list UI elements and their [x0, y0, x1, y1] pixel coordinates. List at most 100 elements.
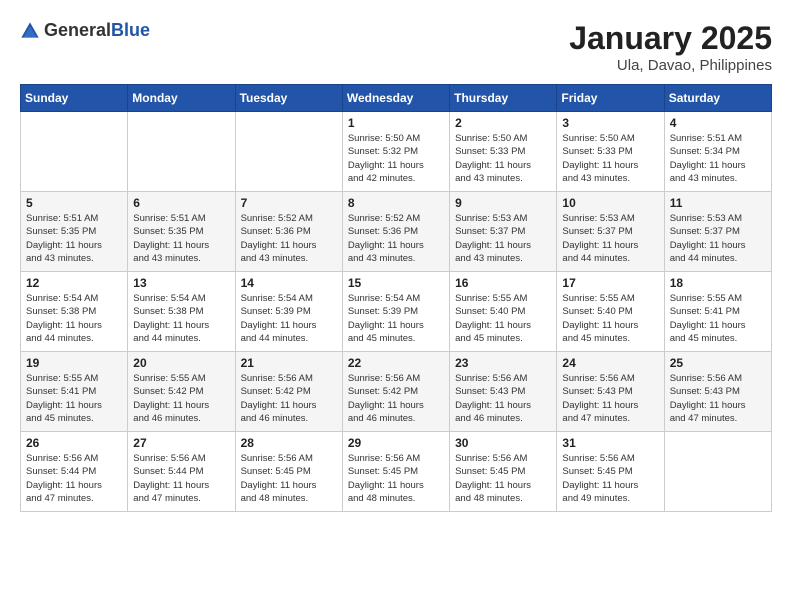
day-number: 17	[562, 276, 658, 290]
day-number: 11	[670, 196, 766, 210]
day-number: 29	[348, 436, 444, 450]
cell-content: Sunrise: 5:53 AM Sunset: 5:37 PM Dayligh…	[670, 212, 766, 265]
cell-content: Sunrise: 5:53 AM Sunset: 5:37 PM Dayligh…	[562, 212, 658, 265]
calendar-header-row: SundayMondayTuesdayWednesdayThursdayFrid…	[21, 85, 772, 112]
logo: GeneralBlue	[20, 20, 150, 41]
day-header-monday: Monday	[128, 85, 235, 112]
cell-content: Sunrise: 5:56 AM Sunset: 5:43 PM Dayligh…	[455, 372, 551, 425]
calendar-cell: 16 Sunrise: 5:55 AM Sunset: 5:40 PM Dayli…	[450, 272, 557, 352]
calendar-cell: 22 Sunrise: 5:56 AM Sunset: 5:42 PM Dayli…	[342, 352, 449, 432]
logo-icon	[20, 21, 40, 41]
day-number: 21	[241, 356, 337, 370]
cell-content: Sunrise: 5:56 AM Sunset: 5:45 PM Dayligh…	[241, 452, 337, 505]
day-header-saturday: Saturday	[664, 85, 771, 112]
cell-content: Sunrise: 5:52 AM Sunset: 5:36 PM Dayligh…	[348, 212, 444, 265]
calendar-cell: 21Sunrise: 5:56 AM Sunset: 5:42 PM Dayli…	[235, 352, 342, 432]
day-number: 12	[26, 276, 122, 290]
calendar-week-row: 12 Sunrise: 5:54 AM Sunset: 5:38 PM Dayli…	[21, 272, 772, 352]
cell-content: Sunrise: 5:56 AM Sunset: 5:44 PM Dayligh…	[26, 452, 122, 505]
day-number: 14	[241, 276, 337, 290]
logo-blue-text: Blue	[111, 20, 150, 40]
day-number: 27	[133, 436, 229, 450]
calendar-cell: 26 Sunrise: 5:56 AM Sunset: 5:44 PM Dayli…	[21, 432, 128, 512]
day-number: 6	[133, 196, 229, 210]
day-number: 5	[26, 196, 122, 210]
calendar-cell: 2 Sunrise: 5:50 AM Sunset: 5:33 PM Daylig…	[450, 112, 557, 192]
day-number: 9	[455, 196, 551, 210]
calendar-week-row: 5Sunrise: 5:51 AM Sunset: 5:35 PM Daylig…	[21, 192, 772, 272]
calendar-cell: 18Sunrise: 5:55 AM Sunset: 5:41 PM Dayli…	[664, 272, 771, 352]
day-number: 24	[562, 356, 658, 370]
day-number: 30	[455, 436, 551, 450]
calendar-cell: 13 Sunrise: 5:54 AM Sunset: 5:38 PM Dayli…	[128, 272, 235, 352]
cell-content: Sunrise: 5:56 AM Sunset: 5:45 PM Dayligh…	[455, 452, 551, 505]
page-header: GeneralBlue January 2025 Ula, Davao, Phi…	[20, 20, 772, 74]
cell-content: Sunrise: 5:54 AM Sunset: 5:39 PM Dayligh…	[348, 292, 444, 345]
day-number: 20	[133, 356, 229, 370]
calendar-cell: 9 Sunrise: 5:53 AM Sunset: 5:37 PM Daylig…	[450, 192, 557, 272]
calendar-cell	[21, 112, 128, 192]
calendar-cell: 15 Sunrise: 5:54 AM Sunset: 5:39 PM Dayli…	[342, 272, 449, 352]
calendar-cell: 4 Sunrise: 5:51 AM Sunset: 5:34 PM Daylig…	[664, 112, 771, 192]
logo-general-text: General	[44, 20, 111, 40]
day-header-sunday: Sunday	[21, 85, 128, 112]
day-number: 25	[670, 356, 766, 370]
day-number: 3	[562, 116, 658, 130]
day-header-friday: Friday	[557, 85, 664, 112]
calendar-cell: 10 Sunrise: 5:53 AM Sunset: 5:37 PM Dayli…	[557, 192, 664, 272]
cell-content: Sunrise: 5:53 AM Sunset: 5:37 PM Dayligh…	[455, 212, 551, 265]
day-number: 16	[455, 276, 551, 290]
calendar-cell: 3 Sunrise: 5:50 AM Sunset: 5:33 PM Daylig…	[557, 112, 664, 192]
location-title: Ula, Davao, Philippines	[569, 57, 772, 74]
cell-content: Sunrise: 5:50 AM Sunset: 5:32 PM Dayligh…	[348, 132, 444, 185]
day-number: 26	[26, 436, 122, 450]
title-block: January 2025 Ula, Davao, Philippines	[569, 20, 772, 74]
cell-content: Sunrise: 5:55 AM Sunset: 5:41 PM Dayligh…	[26, 372, 122, 425]
calendar-cell: 28 Sunrise: 5:56 AM Sunset: 5:45 PM Dayli…	[235, 432, 342, 512]
calendar-cell: 12Sunrise: 5:54 AM Sunset: 5:38 PM Dayli…	[21, 272, 128, 352]
calendar-cell: 5Sunrise: 5:51 AM Sunset: 5:35 PM Daylig…	[21, 192, 128, 272]
calendar-cell: 8 Sunrise: 5:52 AM Sunset: 5:36 PM Daylig…	[342, 192, 449, 272]
calendar-cell: 27Sunrise: 5:56 AM Sunset: 5:44 PM Dayli…	[128, 432, 235, 512]
cell-content: Sunrise: 5:54 AM Sunset: 5:38 PM Dayligh…	[133, 292, 229, 345]
day-number: 28	[241, 436, 337, 450]
calendar-cell: 7Sunrise: 5:52 AM Sunset: 5:36 PM Daylig…	[235, 192, 342, 272]
day-number: 18	[670, 276, 766, 290]
day-number: 31	[562, 436, 658, 450]
calendar-cell	[664, 432, 771, 512]
day-number: 19	[26, 356, 122, 370]
cell-content: Sunrise: 5:50 AM Sunset: 5:33 PM Dayligh…	[562, 132, 658, 185]
calendar-cell: 20 Sunrise: 5:55 AM Sunset: 5:42 PM Dayli…	[128, 352, 235, 432]
day-header-tuesday: Tuesday	[235, 85, 342, 112]
day-number: 10	[562, 196, 658, 210]
calendar-cell: 6Sunrise: 5:51 AM Sunset: 5:35 PM Daylig…	[128, 192, 235, 272]
calendar-cell: 24 Sunrise: 5:56 AM Sunset: 5:43 PM Dayli…	[557, 352, 664, 432]
month-title: January 2025	[569, 20, 772, 57]
cell-content: Sunrise: 5:55 AM Sunset: 5:42 PM Dayligh…	[133, 372, 229, 425]
cell-content: Sunrise: 5:54 AM Sunset: 5:39 PM Dayligh…	[241, 292, 337, 345]
calendar-cell: 14 Sunrise: 5:54 AM Sunset: 5:39 PM Dayli…	[235, 272, 342, 352]
calendar-cell	[235, 112, 342, 192]
day-number: 23	[455, 356, 551, 370]
day-number: 13	[133, 276, 229, 290]
cell-content: Sunrise: 5:51 AM Sunset: 5:34 PM Dayligh…	[670, 132, 766, 185]
day-number: 22	[348, 356, 444, 370]
calendar-table: SundayMondayTuesdayWednesdayThursdayFrid…	[20, 84, 772, 512]
cell-content: Sunrise: 5:52 AM Sunset: 5:36 PM Dayligh…	[241, 212, 337, 265]
calendar-cell: 31Sunrise: 5:56 AM Sunset: 5:45 PM Dayli…	[557, 432, 664, 512]
day-number: 15	[348, 276, 444, 290]
calendar-cell: 25Sunrise: 5:56 AM Sunset: 5:43 PM Dayli…	[664, 352, 771, 432]
cell-content: Sunrise: 5:50 AM Sunset: 5:33 PM Dayligh…	[455, 132, 551, 185]
calendar-cell	[128, 112, 235, 192]
day-number: 4	[670, 116, 766, 130]
cell-content: Sunrise: 5:56 AM Sunset: 5:42 PM Dayligh…	[348, 372, 444, 425]
calendar-cell: 30 Sunrise: 5:56 AM Sunset: 5:45 PM Dayli…	[450, 432, 557, 512]
day-header-thursday: Thursday	[450, 85, 557, 112]
day-number: 1	[348, 116, 444, 130]
cell-content: Sunrise: 5:55 AM Sunset: 5:40 PM Dayligh…	[455, 292, 551, 345]
cell-content: Sunrise: 5:56 AM Sunset: 5:45 PM Dayligh…	[348, 452, 444, 505]
day-number: 8	[348, 196, 444, 210]
cell-content: Sunrise: 5:56 AM Sunset: 5:43 PM Dayligh…	[562, 372, 658, 425]
calendar-cell: 1 Sunrise: 5:50 AM Sunset: 5:32 PM Daylig…	[342, 112, 449, 192]
day-number: 2	[455, 116, 551, 130]
